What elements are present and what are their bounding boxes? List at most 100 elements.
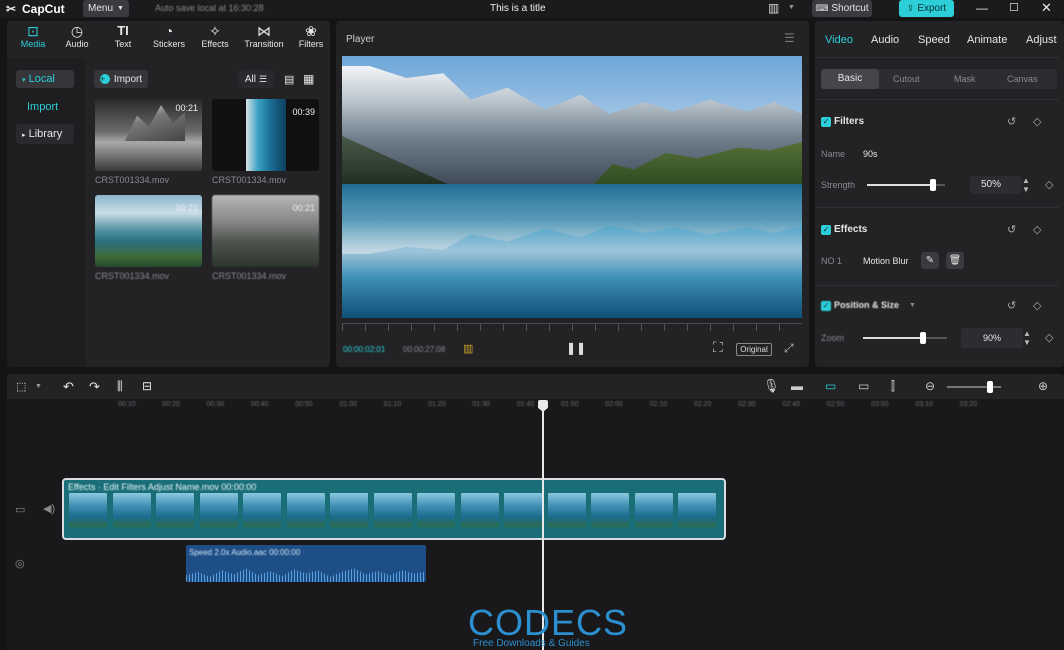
subtab-canvas[interactable]: Canvas: [1007, 74, 1038, 84]
tab-stickers[interactable]: ◔ Stickers: [147, 23, 191, 55]
tab-video[interactable]: Video: [825, 34, 853, 46]
snap-icon[interactable]: ▭: [858, 379, 869, 393]
subtab-basic[interactable]: Basic: [821, 69, 879, 89]
subtab-mask[interactable]: Mask: [954, 74, 976, 84]
menu-button[interactable]: Menu ▼: [83, 0, 129, 17]
filter-label: All: [244, 73, 257, 85]
tab-animate[interactable]: Animate: [967, 34, 1007, 46]
select-tool-icon[interactable]: ⬚: [16, 380, 26, 393]
checkbox-icon[interactable]: ✓: [821, 301, 831, 311]
redo-icon[interactable]: ↷: [89, 379, 100, 395]
subtab-cutout[interactable]: Cutout: [893, 74, 920, 84]
fullscreen-icon[interactable]: ⤢: [784, 341, 794, 356]
menu-icon[interactable]: ☰: [784, 31, 795, 45]
close-icon[interactable]: ✕: [1041, 0, 1052, 16]
undo-icon[interactable]: ↶: [63, 379, 74, 395]
list-view-icon[interactable]: ▤: [284, 73, 294, 86]
zoom-handle[interactable]: [920, 332, 927, 344]
media-thumbnail[interactable]: 00:21: [95, 99, 202, 171]
keyframe-icon[interactable]: ◇: [1045, 331, 1053, 344]
keyframe-icon[interactable]: ◇: [1045, 178, 1053, 191]
frame-icon[interactable]: ▥: [463, 342, 473, 355]
media-thumbnail[interactable]: 00:39: [212, 99, 319, 171]
video-preview[interactable]: [342, 56, 802, 318]
maximize-icon[interactable]: ☐: [1009, 1, 1019, 14]
crop-icon[interactable]: ⛶: [713, 339, 723, 356]
video-frame-thumbnail: [68, 492, 108, 528]
player-scrubber[interactable]: [342, 323, 802, 331]
tab-text[interactable]: TI Text: [103, 23, 143, 55]
audio-clip-label: Speed 2.0x Audio.aac 00:00:00: [189, 548, 301, 557]
shortcut-label: Shortcut: [831, 3, 869, 14]
grid-view-icon[interactable]: ▦: [303, 72, 314, 86]
reset-icon[interactable]: ↺: [1007, 115, 1016, 128]
tab-media[interactable]: ⊡ Media: [13, 23, 53, 55]
media-thumbnail[interactable]: 00:21: [212, 195, 319, 267]
tab-audio-inspector[interactable]: Audio: [871, 34, 899, 46]
keyboard-icon: ⌨: [815, 3, 829, 13]
filter-dropdown[interactable]: All ☰: [238, 70, 274, 88]
delete-icon[interactable]: ⊟: [142, 379, 152, 393]
tab-filters[interactable]: ❀ Filters: [291, 23, 330, 55]
delete-effect-button[interactable]: 🗑: [946, 252, 964, 269]
split-icon[interactable]: ⫼: [117, 379, 123, 394]
strength-handle[interactable]: [930, 179, 937, 191]
checkbox-icon[interactable]: ✓: [821, 117, 831, 127]
stepper-icon[interactable]: ▲ ▼: [1022, 176, 1030, 194]
shortcut-button[interactable]: ⌨ Shortcut: [812, 0, 872, 17]
align-icon[interactable]: ⫿: [891, 379, 895, 394]
stepper-icon[interactable]: ▲ ▼: [1023, 329, 1031, 347]
zoom-input[interactable]: 90%: [961, 328, 1023, 348]
zoom-out-icon[interactable]: ⊖: [925, 379, 935, 393]
ruler-tick-label: 02:40: [782, 401, 801, 408]
pause-icon[interactable]: ❚❚: [566, 341, 586, 355]
audio-clip[interactable]: Speed 2.0x Audio.aac 00:00:00: [186, 545, 426, 582]
layout-icon[interactable]: ▥: [768, 1, 779, 15]
tab-transition[interactable]: ⋈ Transition: [239, 23, 289, 55]
media-thumbnail[interactable]: 00:21: [95, 195, 202, 267]
reset-icon[interactable]: ↺: [1007, 299, 1016, 312]
sidebar-item-library[interactable]: ▸ Library: [16, 124, 74, 144]
autosave-status: Auto save local at 16:30:28: [155, 3, 264, 13]
magnet-icon[interactable]: ▭: [825, 379, 836, 393]
export-button[interactable]: ⇪ Export: [899, 0, 954, 17]
speaker-icon[interactable]: ◀): [43, 502, 55, 515]
sidebar-item-local[interactable]: ▾ Local: [16, 70, 74, 88]
import-label: Import: [113, 73, 143, 85]
chevron-down-icon[interactable]: ▼: [35, 383, 42, 390]
export-icon: ⇪: [906, 3, 915, 13]
tab-effects[interactable]: ✧ Effects: [195, 23, 235, 55]
tab-speed[interactable]: Speed: [918, 34, 950, 46]
cover-icon[interactable]: ▭: [15, 503, 25, 516]
strength-input[interactable]: 50%: [970, 176, 1022, 194]
text-icon: TI: [117, 23, 129, 38]
sidebar-item-import[interactable]: Import: [27, 101, 58, 113]
fit-icon[interactable]: ⊕: [1038, 379, 1048, 393]
zoom-slider[interactable]: [863, 332, 947, 344]
effects-section-title: Effects: [834, 224, 868, 235]
link-icon[interactable]: ▬: [791, 379, 803, 393]
strength-slider[interactable]: [867, 179, 945, 191]
video-frame-thumbnail: [198, 492, 239, 528]
chevron-down-icon[interactable]: ▼: [909, 302, 916, 309]
timeline-zoom-handle[interactable]: [987, 381, 993, 393]
project-title[interactable]: This is a title: [490, 3, 546, 14]
ruler-tick-label: 01:50: [561, 401, 579, 408]
chevron-down-icon[interactable]: ▼: [788, 4, 795, 11]
keyframe-icon[interactable]: ◇: [1033, 115, 1041, 128]
ratio-button[interactable]: Original: [736, 343, 772, 356]
tab-adjust[interactable]: Adjust: [1026, 34, 1057, 46]
checkbox-icon[interactable]: ✓: [821, 225, 831, 235]
audio-track-icon[interactable]: ◎: [15, 557, 25, 570]
minimize-icon[interactable]: —: [976, 1, 988, 15]
timeline-zoom-slider[interactable]: [947, 381, 1001, 393]
edit-effect-button[interactable]: ✎: [921, 252, 939, 269]
microphone-icon[interactable]: 🎙: [763, 378, 780, 394]
reset-icon[interactable]: ↺: [1007, 223, 1016, 236]
tab-effects-label: Effects: [201, 39, 229, 49]
keyframe-icon[interactable]: ◇: [1033, 223, 1041, 236]
keyframe-icon[interactable]: ◇: [1033, 299, 1041, 312]
import-button[interactable]: + Import: [94, 70, 148, 88]
tab-audio[interactable]: ◷ Audio: [57, 23, 97, 55]
caret-down-icon: ▾: [22, 77, 26, 84]
